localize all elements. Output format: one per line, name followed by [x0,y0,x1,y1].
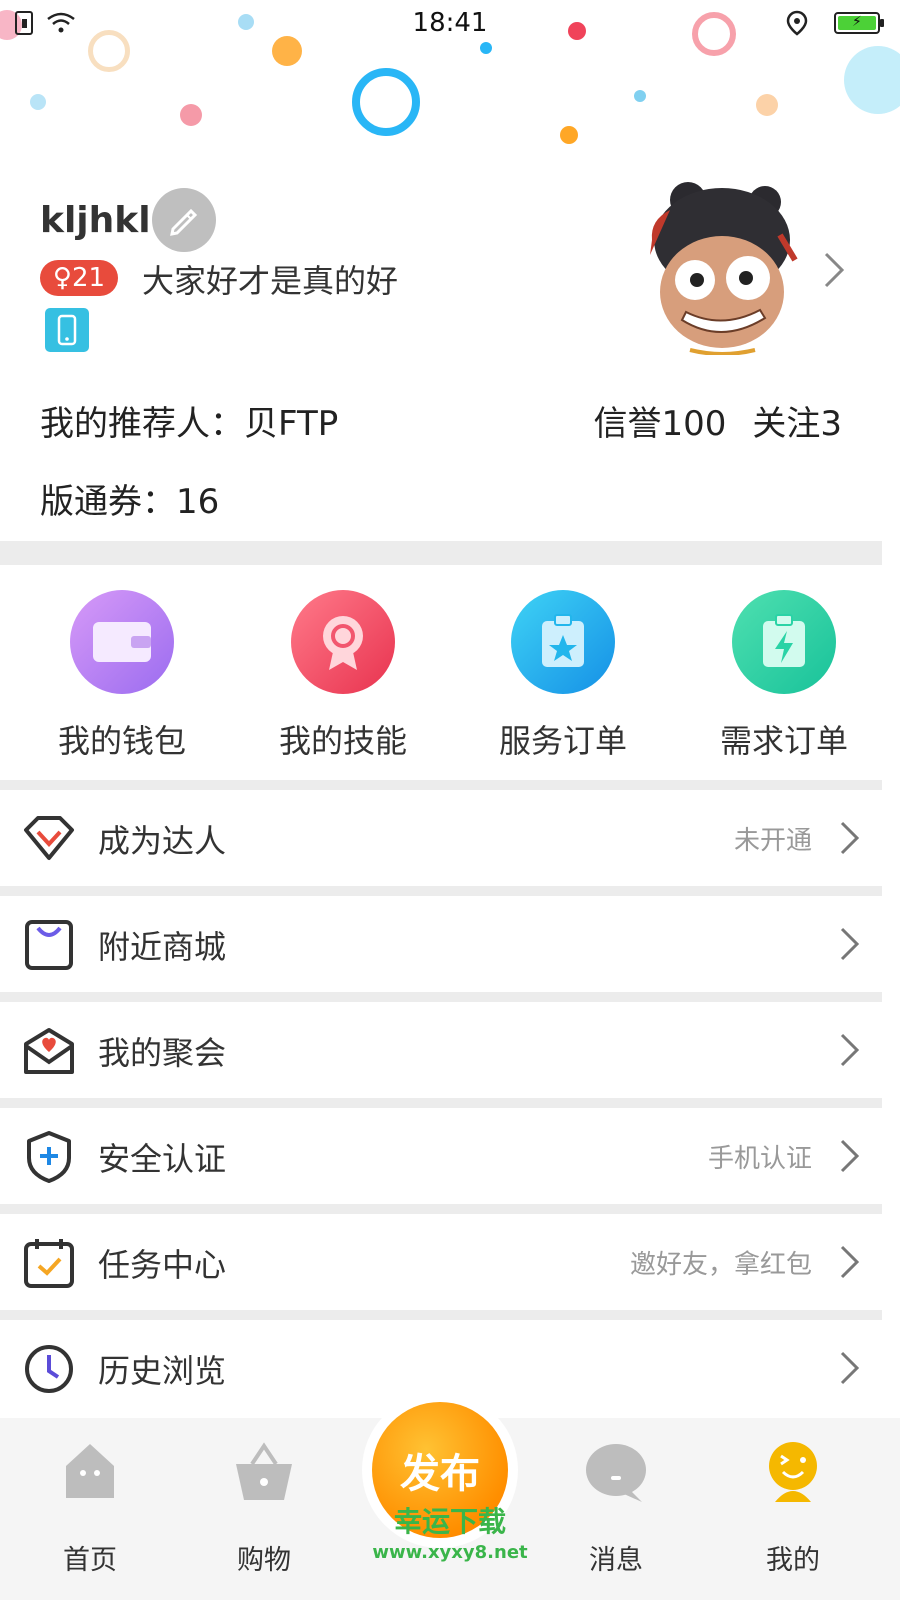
coupon-count: 版通券：16 [40,482,220,522]
menu-label: 安全认证 [98,1140,227,1178]
edit-profile-button[interactable] [152,188,216,252]
tab-mine[interactable]: 我的 [733,1440,853,1577]
follow-count[interactable]: 关注3 [752,396,842,445]
chat-bubble-icon [586,1444,646,1502]
watermark: 幸运下载 www.xyxy8.net [365,1500,535,1563]
my-skills-button[interactable]: 我的技能 [233,590,453,762]
calendar-check-icon [24,1239,74,1288]
profile-stats: 信誉100 关注3 [593,396,842,445]
tab-home[interactable]: 首页 [30,1440,150,1577]
quick-label-demand-orders: 需求订单 [719,722,848,760]
quick-actions: 我的钱包 我的技能 服务订单 需求订单 [0,565,900,780]
wallet-icon [70,590,174,694]
menu-status: 邀好友，拿红包 [629,1250,812,1280]
menu-item-my-parties[interactable]: 我的聚会 [0,1002,882,1098]
menu-label: 任务中心 [98,1246,227,1284]
chevron-right-icon [840,1351,860,1385]
service-order-icon [511,590,615,694]
chevron-right-icon [824,252,845,288]
menu-status: 未开通 [733,826,812,856]
location-icon [786,10,808,36]
section-divider [0,780,882,790]
row-divider [0,1310,882,1320]
menu-label: 我的聚会 [98,1034,227,1072]
quick-label-skills: 我的技能 [278,722,407,760]
chevron-right-icon [840,821,860,855]
envelope-heart-icon [24,1028,74,1074]
menu-label: 附近商城 [98,928,227,966]
tab-shop[interactable]: 购物 [204,1440,324,1577]
shield-icon [27,1131,71,1183]
demand-order-icon [732,590,836,694]
menu-item-nearby-mall[interactable]: 附近商城 [0,896,882,992]
diamond-icon [24,816,74,860]
credit-score: 信誉100 [593,404,727,444]
section-divider [0,541,882,565]
tab-label: 我的 [766,1545,820,1576]
tab-label: 首页 [63,1545,117,1576]
avatar[interactable] [630,180,800,356]
chevron-right-icon [840,1245,860,1279]
status-bar: 18:41 ⚡ [0,0,900,48]
quick-label-service-orders: 服务订单 [498,722,627,760]
signature-text: 大家好才是真的好 [142,262,399,300]
pencil-icon [170,208,198,236]
battery-icon: ⚡ [834,12,884,34]
home-icon [66,1444,114,1498]
row-divider [0,1098,882,1108]
service-orders-button[interactable]: 服务订单 [453,590,673,762]
username: kljhkl [40,200,151,241]
tab-label: 消息 [589,1545,643,1576]
tab-label: 购物 [237,1545,291,1576]
watermark-title: 幸运下载 [393,1505,506,1538]
shopping-bag-icon [25,920,73,970]
menu-label: 成为达人 [98,822,227,860]
row-divider [0,886,882,896]
watermark-url: www.xyxy8.net [372,1542,528,1563]
menu-status: 手机认证 [707,1144,812,1174]
chevron-right-icon [840,1033,860,1067]
menu-item-security-verification[interactable]: 安全认证 手机认证 [0,1108,882,1204]
demand-orders-button[interactable]: 需求订单 [674,590,894,762]
my-wallet-button[interactable]: 我的钱包 [12,590,232,762]
menu-item-task-center[interactable]: 任务中心 邀好友，拿红包 [0,1214,882,1310]
status-time: 18:41 [412,8,488,38]
row-divider [0,1204,882,1214]
chevron-right-icon [840,1139,860,1173]
clock-icon [25,1345,73,1393]
menu-label: 历史浏览 [98,1352,227,1390]
smiley-user-icon [769,1442,817,1502]
skill-badge-icon [291,590,395,694]
quick-label-wallet: 我的钱包 [57,722,186,760]
referrer-text: 我的推荐人：贝FTP [40,404,339,444]
shopping-basket-icon [236,1442,292,1500]
chevron-right-icon [840,927,860,961]
row-divider [0,992,882,1002]
tab-messages[interactable]: 消息 [556,1440,676,1577]
gender-age-badge: ♀21 [40,260,118,296]
phone-verified-icon [45,308,89,352]
profile-section[interactable]: kljhkl ♀21 大家好才是真的好 我的推荐人：贝FTP 信誉100 关注3… [0,160,900,540]
menu-item-become-expert[interactable]: 成为达人 未开通 [0,790,882,886]
